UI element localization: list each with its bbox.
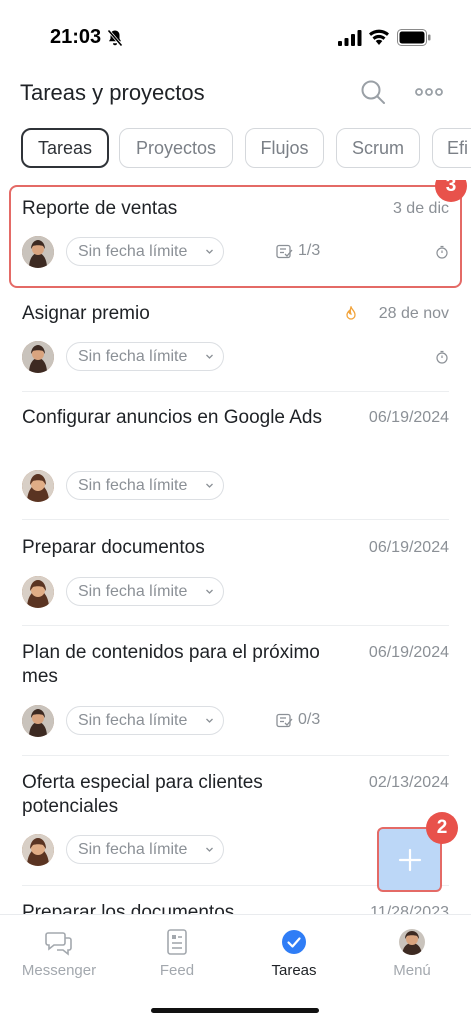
task-title: Asignar premio bbox=[22, 303, 150, 324]
home-indicator bbox=[151, 1008, 319, 1013]
divider bbox=[22, 519, 449, 520]
chevron-down-icon bbox=[206, 718, 213, 723]
tab-efi[interactable]: Efi bbox=[432, 128, 471, 168]
task-item[interactable]: Preparar documentos 06/19/2024 Sin fecha… bbox=[0, 521, 471, 626]
checklist-counter: 1/3 bbox=[276, 242, 320, 260]
status-time: 21:03 bbox=[50, 26, 102, 48]
deadline-label: Sin fecha límite bbox=[78, 840, 188, 858]
timer-icon[interactable] bbox=[435, 245, 449, 259]
tab-proyectos[interactable]: Proyectos bbox=[119, 128, 233, 168]
avatar bbox=[22, 705, 54, 737]
wifi-icon bbox=[369, 29, 389, 45]
avatar bbox=[22, 341, 54, 373]
bell-off-icon bbox=[107, 29, 123, 47]
deadline-dropdown[interactable]: Sin fecha límite bbox=[66, 237, 224, 266]
task-title: Configurar anuncios en Google Ads bbox=[22, 407, 322, 428]
task-item[interactable]: Plan de contenidos para el próximo mes 0… bbox=[0, 626, 471, 756]
task-date: 06/19/2024 bbox=[368, 644, 449, 661]
chevron-down-icon bbox=[206, 483, 213, 488]
checklist-count: 1/3 bbox=[298, 242, 321, 259]
avatar bbox=[22, 470, 54, 502]
task-date: 02/13/2024 bbox=[368, 774, 449, 791]
chevron-down-icon bbox=[206, 589, 213, 594]
tabbar-item-menu[interactable]: Menú bbox=[362, 927, 462, 979]
checklist-count: 0/3 bbox=[298, 711, 321, 728]
deadline-dropdown[interactable]: Sin fecha límite bbox=[66, 706, 224, 735]
check-circle-icon bbox=[282, 930, 306, 954]
search-icon[interactable] bbox=[358, 77, 388, 107]
tabbar-label: Menú bbox=[393, 962, 431, 979]
deadline-dropdown[interactable]: Sin fecha límite bbox=[66, 835, 224, 864]
deadline-label: Sin fecha límite bbox=[78, 347, 188, 365]
battery-icon bbox=[397, 29, 431, 46]
deadline-dropdown[interactable]: Sin fecha límite bbox=[66, 577, 224, 606]
chevron-down-icon bbox=[206, 847, 213, 852]
avatar bbox=[399, 929, 425, 955]
deadline-dropdown[interactable]: Sin fecha límite bbox=[66, 471, 224, 500]
deadline-dropdown[interactable]: Sin fecha límite bbox=[66, 342, 224, 371]
header: Tareas y proyectos bbox=[0, 70, 471, 120]
chevron-down-icon bbox=[206, 249, 213, 254]
task-title: Reporte de ventas bbox=[22, 198, 178, 219]
task-list: Reporte de ventas 3 de dic Sin fecha lím… bbox=[0, 180, 471, 915]
tabbar-label: Feed bbox=[159, 962, 195, 979]
avatar bbox=[22, 834, 54, 866]
tab-tareas[interactable]: Tareas bbox=[21, 128, 109, 168]
feed-icon bbox=[167, 929, 187, 955]
task-item[interactable]: Reporte de ventas 3 de dic Sin fecha lím… bbox=[0, 180, 471, 290]
timer-icon[interactable] bbox=[435, 350, 449, 364]
chat-icon bbox=[45, 932, 72, 956]
checklist-icon bbox=[276, 713, 293, 727]
chevron-down-icon bbox=[206, 354, 213, 359]
plus-icon bbox=[398, 848, 421, 871]
deadline-label: Sin fecha límite bbox=[78, 476, 188, 494]
task-item[interactable]: Asignar premio 28 de nov Sin fecha límit… bbox=[0, 290, 471, 393]
avatar bbox=[22, 576, 54, 608]
checklist-icon bbox=[276, 244, 293, 258]
more-horizontal-icon[interactable] bbox=[412, 80, 446, 104]
task-title: Plan de contenidos para el próximo mes bbox=[22, 642, 320, 687]
task-title: Preparar documentos bbox=[22, 537, 205, 558]
task-item[interactable]: Configurar anuncios en Google Ads 06/19/… bbox=[0, 393, 471, 521]
status-bar: 21:03 bbox=[0, 0, 471, 70]
page-title: Tareas y proyectos bbox=[20, 80, 205, 105]
tab-bar: Tareas Proyectos Flujos Scrum Efi bbox=[0, 128, 471, 170]
avatar bbox=[22, 236, 54, 268]
tabbar-label: Tareas bbox=[271, 962, 317, 979]
deadline-label: Sin fecha límite bbox=[78, 582, 188, 600]
flame-icon bbox=[346, 306, 356, 320]
divider bbox=[22, 391, 449, 392]
tab-flujos[interactable]: Flujos bbox=[245, 128, 324, 168]
signal-icon bbox=[338, 30, 362, 46]
task-date: 3 de dic bbox=[392, 200, 449, 217]
tabbar-item-tareas[interactable]: Tareas bbox=[244, 927, 344, 979]
tabbar-label: Messenger bbox=[21, 962, 97, 979]
tabbar-item-feed[interactable]: Feed bbox=[127, 927, 227, 979]
step-badge: 2 bbox=[426, 812, 458, 844]
deadline-label: Sin fecha límite bbox=[78, 711, 188, 729]
deadline-label: Sin fecha límite bbox=[78, 242, 188, 260]
task-title: Preparar los documentos bbox=[22, 902, 235, 915]
tab-scrum[interactable]: Scrum bbox=[336, 128, 420, 168]
task-date: 06/19/2024 bbox=[368, 409, 449, 426]
task-date: 06/19/2024 bbox=[368, 539, 449, 556]
tabbar-item-messenger[interactable]: Messenger bbox=[9, 927, 109, 979]
task-date: 28 de nov bbox=[378, 305, 449, 322]
task-title: Oferta especial para clientes potenciale… bbox=[22, 772, 263, 817]
checklist-counter: 0/3 bbox=[276, 711, 320, 729]
